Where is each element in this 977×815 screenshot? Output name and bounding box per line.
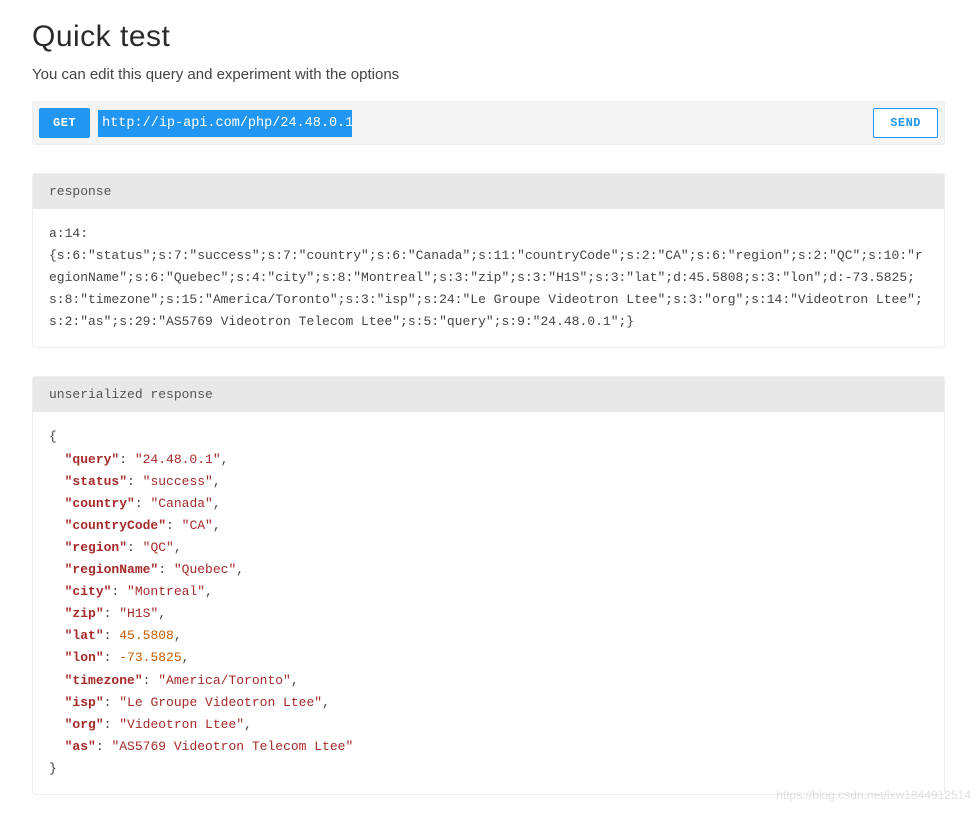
unserialized-json-body: { "query": "24.48.0.1", "status": "succe… <box>33 412 944 794</box>
unserialized-panel: unserialized response { "query": "24.48.… <box>32 376 945 795</box>
response-raw-body: a:14: {s:6:"status";s:7:"success";s:7:"c… <box>33 209 944 347</box>
response-panel-header: response <box>33 174 944 209</box>
json-entry: "lon": -73.5825, <box>49 647 928 669</box>
json-entry: "zip": "H1S", <box>49 603 928 625</box>
json-entry: "timezone": "America/Toronto", <box>49 670 928 692</box>
json-entry: "isp": "Le Groupe Videotron Ltee", <box>49 692 928 714</box>
response-panel: response a:14: {s:6:"status";s:7:"succes… <box>32 173 945 348</box>
json-entry: "regionName": "Quebec", <box>49 559 928 581</box>
query-bar: GET SEND <box>32 101 945 145</box>
json-entry: "country": "Canada", <box>49 493 928 515</box>
url-input[interactable] <box>98 110 865 137</box>
json-entry: "status": "success", <box>49 471 928 493</box>
json-entry: "countryCode": "CA", <box>49 515 928 537</box>
watermark: https://blog.csdn.net/lxw1844912514 <box>776 788 971 802</box>
http-method-button[interactable]: GET <box>39 108 90 138</box>
json-entry: "city": "Montreal", <box>49 581 928 603</box>
json-entry: "org": "Videotron Ltee", <box>49 714 928 736</box>
json-entry: "query": "24.48.0.1", <box>49 449 928 471</box>
json-entry: "as": "AS5769 Videotron Telecom Ltee" <box>49 736 928 758</box>
json-entry: "lat": 45.5808, <box>49 625 928 647</box>
unserialized-panel-header: unserialized response <box>33 377 944 412</box>
json-entry: "region": "QC", <box>49 537 928 559</box>
send-button[interactable]: SEND <box>873 108 938 138</box>
page-subtitle: You can edit this query and experiment w… <box>32 66 945 83</box>
page-title: Quick test <box>32 20 945 54</box>
